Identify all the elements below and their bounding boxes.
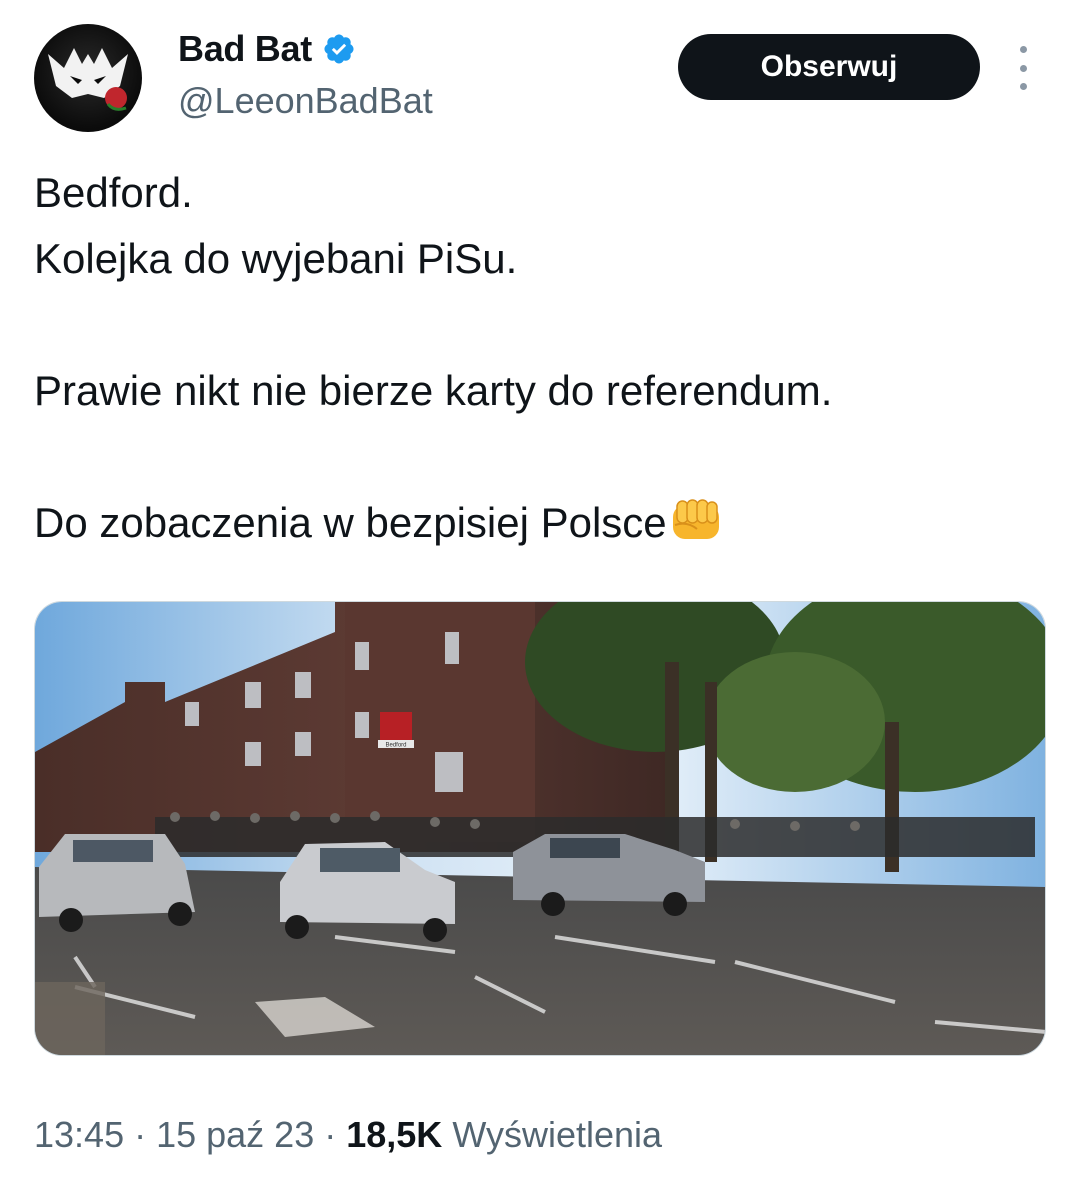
tweet-meta: 13:45 · 15 paź 23 · 18,5K Wyświetlenia — [34, 1114, 662, 1156]
oncoming-fist-icon — [672, 499, 719, 539]
views-count[interactable]: 18,5K — [346, 1114, 442, 1155]
tweet-line-with-emoji: Do zobaczenia w bezpisiej Polsce — [34, 490, 1044, 556]
station-sign-label: Bedford — [385, 743, 406, 749]
author-handle[interactable]: @LeeonBadBat — [178, 80, 433, 122]
tweet-line: Prawie nikt nie bierze karty do referend… — [34, 367, 833, 414]
tweet-time[interactable]: 13:45 — [34, 1114, 124, 1155]
verified-badge-icon — [324, 34, 354, 64]
tweet-line: Do zobaczenia w bezpisiej Polsce — [34, 499, 667, 546]
follow-button[interactable]: Obserwuj — [678, 34, 980, 100]
tweet-text: Bedford. Kolejka do wyjebani PiSu. Prawi… — [34, 160, 1044, 556]
tweet-date[interactable]: 15 paź 23 — [156, 1114, 314, 1155]
separator: · — [314, 1114, 347, 1155]
display-name[interactable]: Bad Bat — [178, 28, 312, 70]
views-label: Wyświetlenia — [442, 1114, 663, 1155]
more-vertical-icon[interactable] — [1010, 46, 1036, 90]
tweet-line: Kolejka do wyjebani PiSu. — [34, 235, 518, 282]
bat-avatar-icon — [48, 48, 128, 111]
tweet-photo[interactable]: Bedford — [34, 601, 1046, 1056]
street-scene-image: Bedford — [35, 602, 1045, 1055]
avatar[interactable] — [34, 24, 142, 132]
tweet-line: Bedford. — [34, 169, 193, 216]
separator: · — [124, 1114, 157, 1155]
author-name-row[interactable]: Bad Bat — [178, 28, 356, 70]
